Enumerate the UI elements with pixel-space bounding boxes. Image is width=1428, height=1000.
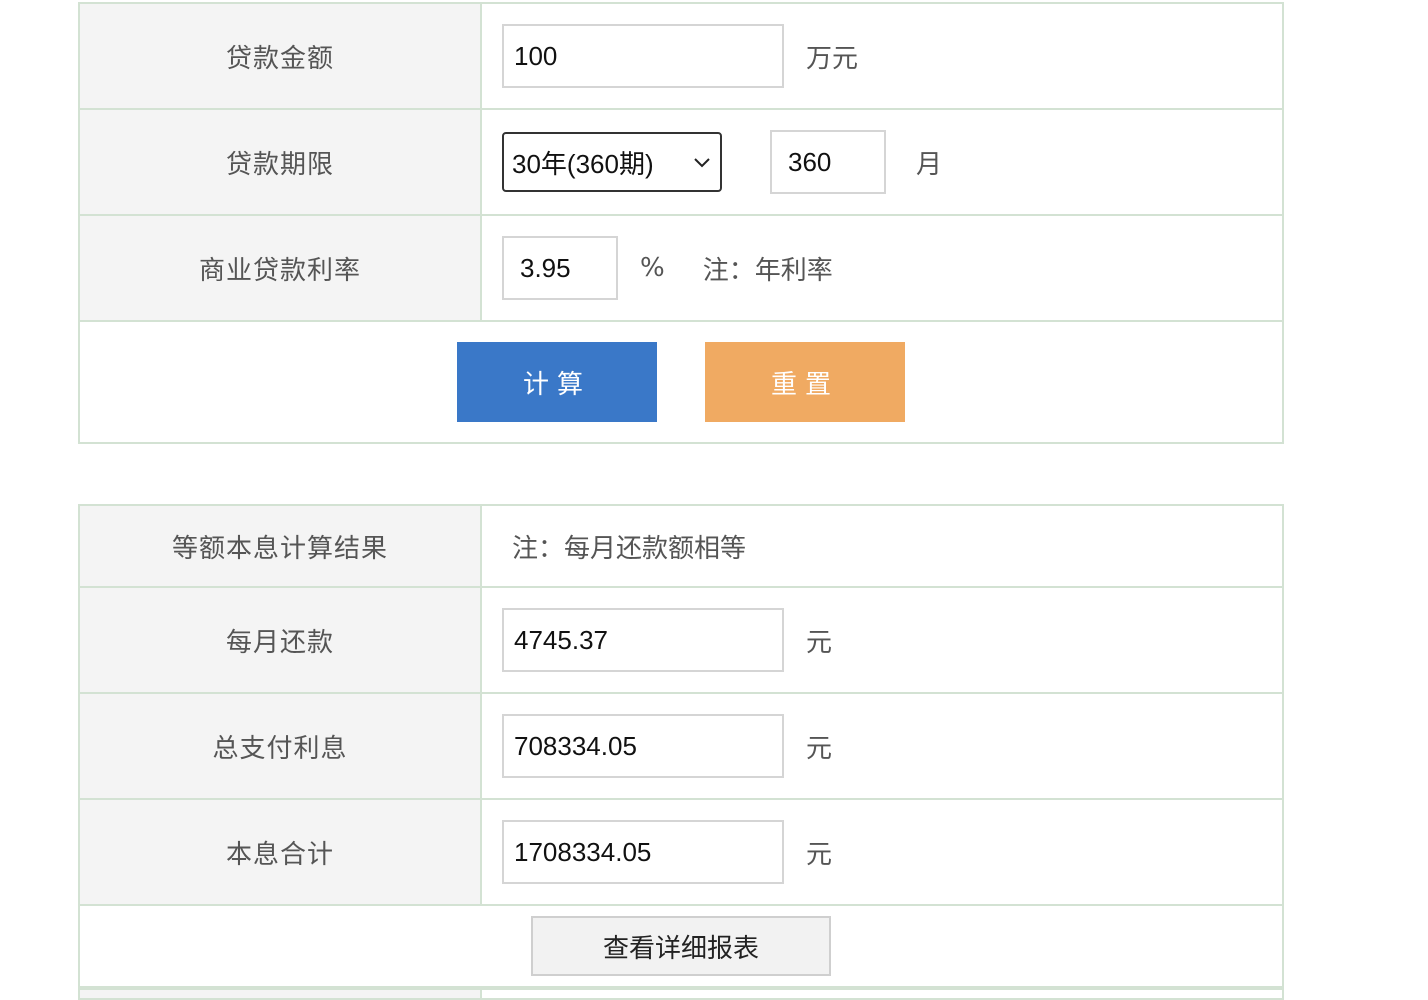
loan-term-select[interactable]: 30年(360期) <box>502 132 722 192</box>
reset-button[interactable]: 重置 <box>705 342 905 422</box>
form-actions: 计算 重置 <box>80 322 1282 442</box>
rate-note: 注：年利率 <box>702 255 833 286</box>
loan-term-months-input[interactable]: 360 <box>770 130 886 194</box>
loan-term-selected: 30年(360期) <box>512 148 654 179</box>
total-label: 本息合计 <box>80 800 482 904</box>
result-table: 等额本息计算结果 注：每月还款额相等 每月还款 4745.37 元 总支付利息 … <box>78 504 1284 1000</box>
report-row: 查看详细报表 <box>80 906 1282 988</box>
loan-form-table: 贷款金额 100 万元 贷款期限 30年(360期) 360 月 商业贷款利率 … <box>78 2 1284 444</box>
loan-term-row: 贷款期限 30年(360期) 360 月 <box>80 110 1282 216</box>
loan-term-label: 贷款期限 <box>80 110 482 214</box>
loan-amount-input[interactable]: 100 <box>502 24 784 88</box>
total-unit: 元 <box>806 839 833 870</box>
rate-unit: % <box>640 253 665 283</box>
rate-input[interactable]: 3.95 <box>502 236 618 300</box>
rate-label: 商业贷款利率 <box>80 216 482 320</box>
monthly-payment-field[interactable]: 4745.37 <box>502 608 784 672</box>
chevron-down-icon <box>694 158 710 168</box>
result-header-row: 等额本息计算结果 注：每月还款额相等 <box>80 506 1282 588</box>
loan-amount-label: 贷款金额 <box>80 4 482 108</box>
calculate-button[interactable]: 计算 <box>457 342 657 422</box>
table-row <box>80 988 1282 998</box>
total-interest-label: 总支付利息 <box>80 694 482 798</box>
total-interest-field[interactable]: 708334.05 <box>502 714 784 778</box>
monthly-label: 每月还款 <box>80 588 482 692</box>
total-interest-unit: 元 <box>806 733 833 764</box>
result-note: 注：每月还款额相等 <box>512 533 747 564</box>
result-title: 等额本息计算结果 <box>80 506 482 586</box>
view-report-button[interactable]: 查看详细报表 <box>531 916 831 976</box>
total-field[interactable]: 1708334.05 <box>502 820 784 884</box>
loan-amount-row: 贷款金额 100 万元 <box>80 4 1282 110</box>
total-interest-row: 总支付利息 708334.05 元 <box>80 694 1282 800</box>
total-row: 本息合计 1708334.05 元 <box>80 800 1282 906</box>
monthly-row: 每月还款 4745.37 元 <box>80 588 1282 694</box>
monthly-unit: 元 <box>806 627 833 658</box>
loan-term-unit: 月 <box>916 149 943 180</box>
rate-row: 商业贷款利率 3.95 % 注：年利率 <box>80 216 1282 322</box>
loan-amount-unit: 万元 <box>806 43 859 74</box>
